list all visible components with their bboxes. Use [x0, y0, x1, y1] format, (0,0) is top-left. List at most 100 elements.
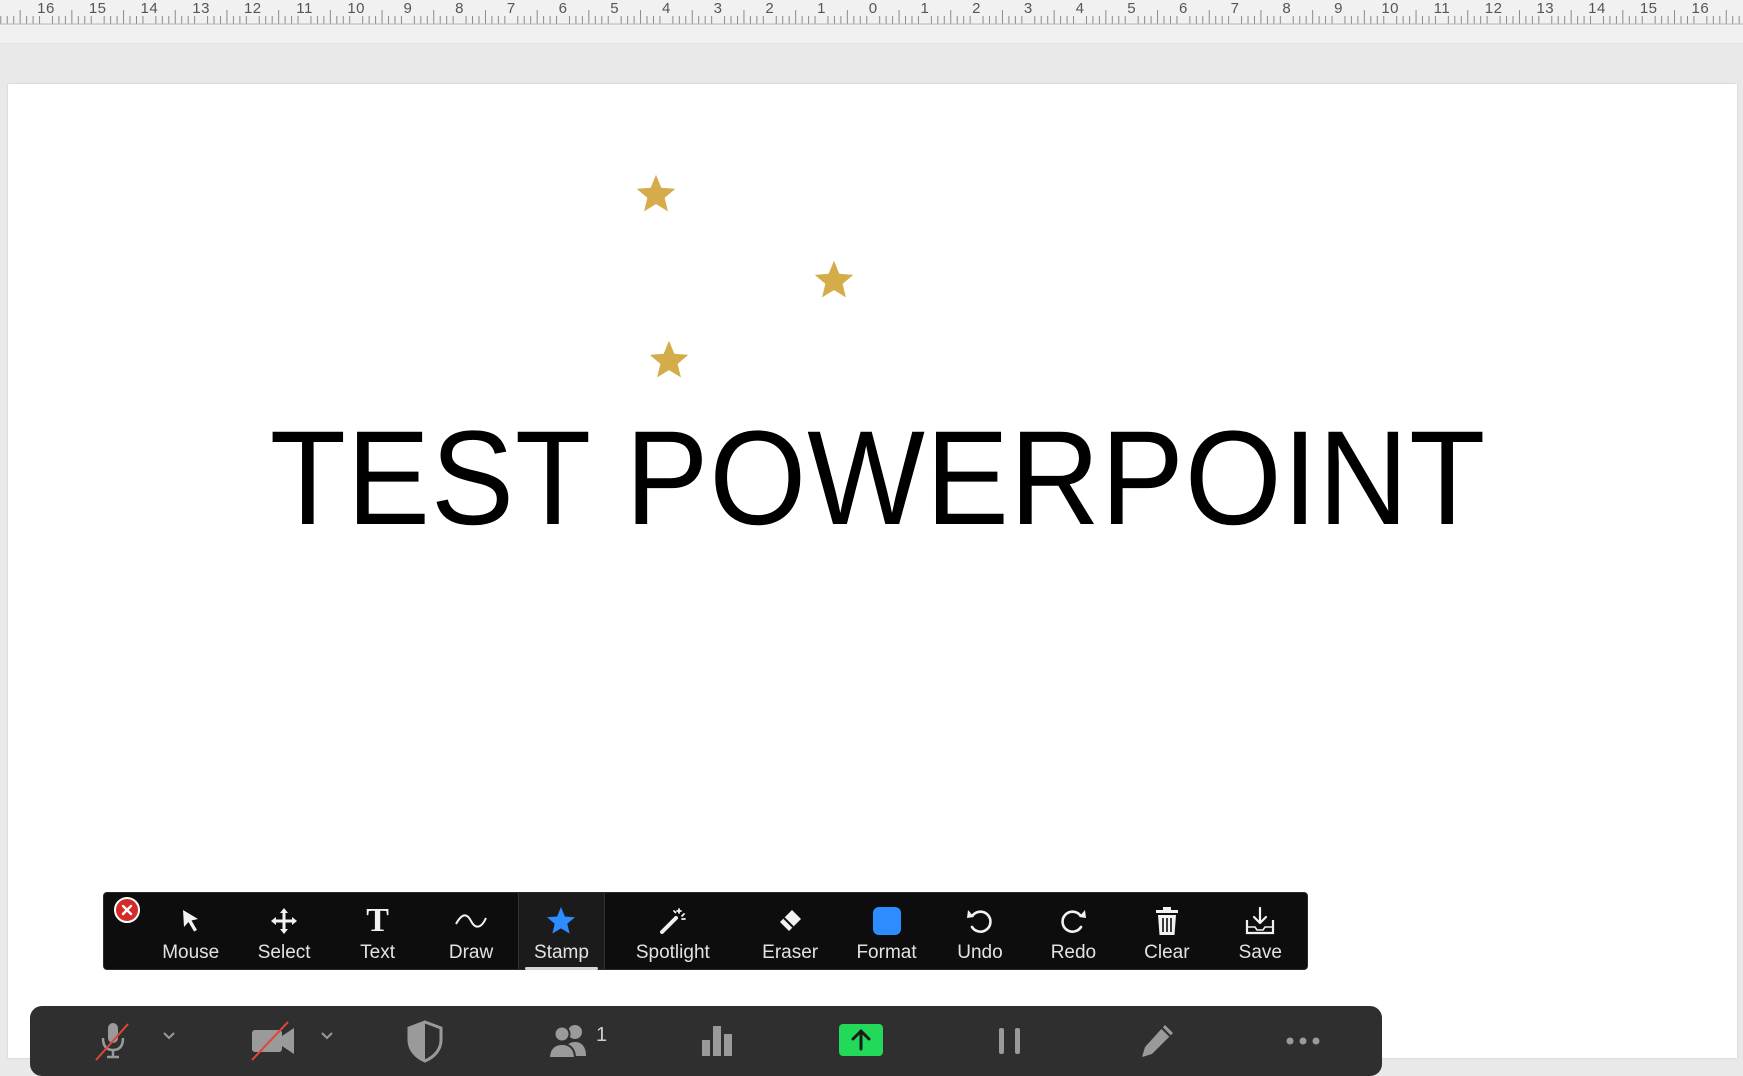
ruler-label: 13: [1536, 0, 1555, 17]
ruler-label: 8: [1282, 0, 1292, 17]
star-stamp-icon[interactable]: [647, 338, 691, 382]
tool-spotlight[interactable]: Spotlight: [605, 893, 740, 969]
share-screen-button[interactable]: [838, 1023, 884, 1057]
star-stamp-icon[interactable]: [634, 172, 678, 216]
ruler-label: 14: [140, 0, 159, 17]
video-camera-off-icon: [251, 1021, 294, 1061]
more-options-button[interactable]: [1280, 1018, 1326, 1064]
ruler-label: 16: [37, 0, 55, 17]
close-annotation-button[interactable]: [114, 897, 140, 923]
tool-mouse[interactable]: Mouse: [144, 893, 237, 969]
video-options-button[interactable]: [318, 1026, 336, 1044]
tool-draw[interactable]: Draw: [424, 893, 517, 969]
magic-wand-icon: [659, 908, 686, 934]
ruler-label: 15: [88, 0, 107, 17]
tool-undo[interactable]: Undo: [933, 893, 1026, 969]
unmute-button[interactable]: [90, 1018, 136, 1064]
ruler-label: 4: [661, 0, 671, 17]
star-stamp-icon[interactable]: [812, 258, 856, 302]
ruler-label: 3: [713, 0, 723, 17]
tool-label: Redo: [1050, 942, 1097, 963]
ruler-label: 5: [1127, 0, 1137, 17]
tool-save[interactable]: Save: [1214, 893, 1307, 969]
ruler-label: 16: [1691, 0, 1710, 17]
ruler-label: 9: [403, 0, 413, 17]
tool-text[interactable]: T Text: [331, 893, 424, 969]
more-dots-icon: [1286, 1037, 1320, 1045]
tool-select[interactable]: Select: [237, 893, 330, 969]
ruler-label: 1: [920, 0, 930, 17]
tool-label: Mouse: [162, 942, 220, 963]
redo-icon: [1061, 910, 1087, 933]
tool-clear[interactable]: Clear: [1120, 893, 1213, 969]
eraser-icon: [780, 910, 802, 931]
ruler-label: 13: [192, 0, 210, 17]
ruler-label: 10: [1381, 0, 1400, 17]
cursor-arrow-icon: [182, 910, 198, 932]
chevron-down-icon: [321, 1032, 333, 1040]
pencil-icon: [1142, 1025, 1173, 1057]
tool-label: Eraser: [762, 942, 819, 963]
chevron-down-icon: [163, 1032, 175, 1040]
tool-label: Save: [1238, 942, 1282, 963]
participant-count: 1: [596, 1023, 608, 1046]
start-video-button[interactable]: [248, 1018, 298, 1064]
tool-eraser[interactable]: Eraser: [740, 893, 839, 969]
participants-button[interactable]: 1: [546, 1018, 607, 1064]
ruler-label: 11: [296, 0, 313, 17]
ruler-label: 3: [1023, 0, 1033, 17]
download-tray-icon: [1246, 906, 1275, 935]
ruler-label: 2: [972, 0, 982, 17]
ruler-label: 7: [1230, 0, 1240, 17]
ruler-label: 14: [1588, 0, 1606, 17]
ruler-label: 10: [347, 0, 366, 17]
audio-options-button[interactable]: [160, 1026, 178, 1044]
text-t-icon: T: [366, 902, 389, 939]
ruler-label: 9: [1334, 0, 1343, 17]
squiggle-icon: [455, 914, 487, 928]
ruler-label: 12: [1484, 0, 1503, 17]
ruler-label: 8: [455, 0, 465, 17]
ruler-label: 2: [765, 0, 775, 17]
ruler-label: 5: [610, 0, 620, 17]
color-square-icon: [872, 907, 901, 935]
security-button[interactable]: [404, 1018, 446, 1064]
annotate-button[interactable]: [1136, 1018, 1180, 1064]
tool-label: Select: [257, 942, 311, 963]
ruler-label: 6: [1178, 0, 1188, 17]
tool-label: Clear: [1144, 942, 1190, 963]
shield-icon: [407, 1020, 443, 1063]
microphone-muted-icon: [95, 1023, 129, 1061]
pause-share-button[interactable]: [990, 1018, 1030, 1064]
star-icon: [547, 907, 576, 934]
trash-icon: [1155, 907, 1178, 935]
tool-redo[interactable]: Redo: [1027, 893, 1120, 969]
pause-icon: [999, 1028, 1020, 1054]
ruler-label: 6: [558, 0, 568, 17]
tool-label: Draw: [448, 942, 494, 963]
tool-label: Format: [856, 942, 917, 963]
tool-label: Spotlight: [635, 942, 710, 963]
horizontal-ruler: 16 15 14 13 12 11 10 9 8 7 6 5 4 3 2 1 0 1 2 3 4 5 6 7 8 9 10 11 12 1…: [0, 0, 1743, 44]
slide-title: TEST POWERPOINT: [269, 404, 1487, 553]
ruler-label: 1: [817, 0, 826, 17]
ruler-label: 7: [506, 0, 516, 17]
ruler-label: 11: [1433, 0, 1451, 17]
close-icon: [121, 904, 133, 916]
tool-label: Undo: [957, 942, 1003, 963]
annotation-toolbar: Mouse Select T Text Draw Stamp Spotlight…: [103, 892, 1308, 970]
tool-label: Stamp: [534, 942, 589, 963]
move-arrows-icon: [271, 908, 298, 934]
undo-icon: [966, 910, 992, 933]
participants-icon: [547, 1025, 586, 1059]
tool-stamp[interactable]: Stamp: [517, 893, 606, 970]
polls-button[interactable]: [696, 1018, 738, 1064]
ruler-label: 15: [1639, 0, 1658, 17]
share-screen-icon: [839, 1024, 883, 1056]
bar-chart-icon: [702, 1026, 732, 1056]
ruler-label: 0: [868, 0, 878, 17]
ruler-label: 4: [1075, 0, 1085, 17]
tool-format[interactable]: Format: [840, 893, 933, 969]
ruler-label: 12: [243, 0, 262, 17]
tool-label: Text: [360, 942, 396, 963]
